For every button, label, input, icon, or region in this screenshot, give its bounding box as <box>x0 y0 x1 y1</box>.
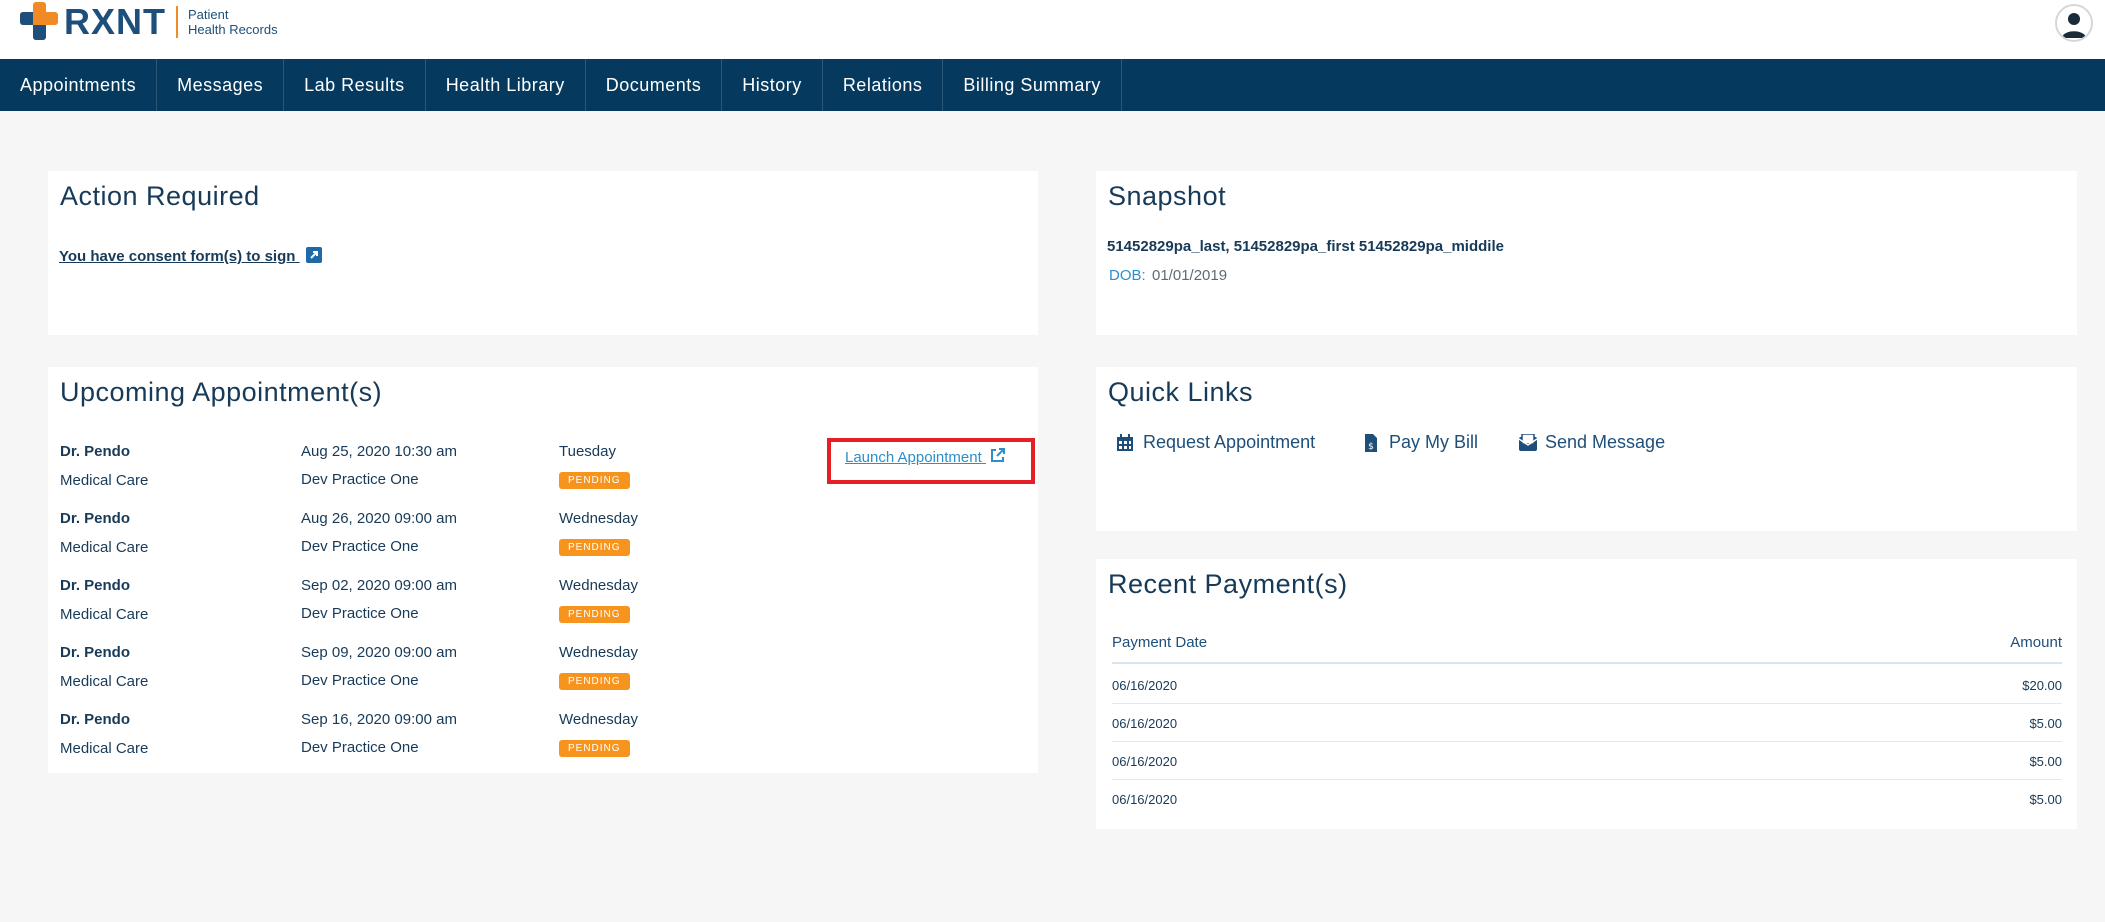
pay-my-bill-label: Pay My Bill <box>1389 432 1479 452</box>
appointment-type: Medical Care <box>60 606 149 623</box>
pay-my-bill-link[interactable]: $ Pay My Bill <box>1362 432 1478 453</box>
appointment-weekday: Wednesday <box>559 711 638 728</box>
action-required-card: Action Required You have consent form(s)… <box>48 171 1038 335</box>
top-bar: RXNT Patient Health Records <box>0 0 2105 59</box>
appointment-type: Medical Care <box>60 472 149 489</box>
recent-payments-card: Recent Payment(s) Payment Date Amount 06… <box>1096 559 2077 829</box>
appointment-practice: Dev Practice One <box>301 605 419 622</box>
appointment-doctor: Dr. Pendo <box>60 711 131 728</box>
calendar-icon <box>1116 433 1134 452</box>
appointment-doctor: Dr. Pendo <box>60 577 131 594</box>
send-message-link[interactable]: Send Message <box>1518 432 1665 453</box>
appointment-row: Dr. Pendo Medical Care Sep 16, 2020 09:0… <box>48 711 1038 778</box>
table-row: 06/16/2020 $5.00 <box>1112 780 2062 818</box>
external-link-icon <box>305 247 322 263</box>
action-required-title: Action Required <box>60 181 260 211</box>
amount-header: Amount <box>2010 634 2062 651</box>
status-badge: PENDING <box>559 606 630 623</box>
payment-amount: $5.00 <box>2029 716 2062 731</box>
appointment-datetime: Aug 25, 2020 10:30 am <box>301 443 457 460</box>
send-message-label: Send Message <box>1545 432 1666 452</box>
table-row: 06/16/2020 $5.00 <box>1112 704 2062 742</box>
bill-icon: $ <box>1362 433 1380 452</box>
brand-subtitle-line1: Patient <box>188 7 229 22</box>
consent-forms-link-label: You have consent form(s) to sign <box>59 248 296 265</box>
brand-subtitle: Patient Health Records <box>188 7 278 37</box>
status-badge: PENDING <box>559 472 630 489</box>
recent-payments-title: Recent Payment(s) <box>1108 569 1348 599</box>
appointment-datetime: Sep 02, 2020 09:00 am <box>301 577 457 594</box>
quick-links-title: Quick Links <box>1108 377 1254 407</box>
snapshot-title: Snapshot <box>1108 181 1227 211</box>
main-nav: Appointments Messages Lab Results Health… <box>0 59 2105 111</box>
nav-billing-summary[interactable]: Billing Summary <box>943 59 1122 111</box>
nav-messages[interactable]: Messages <box>157 59 285 111</box>
nav-history[interactable]: History <box>722 59 823 111</box>
request-appointment-label: Request Appointment <box>1143 432 1316 452</box>
rxnt-logo[interactable]: RXNT Patient Health Records <box>20 1 278 42</box>
logo-divider <box>176 6 178 38</box>
appointment-datetime: Sep 16, 2020 09:00 am <box>301 711 457 728</box>
patient-name: 51452829pa_last, 51452829pa_first 514528… <box>1107 238 1504 255</box>
appointment-weekday: Wednesday <box>559 644 638 661</box>
payment-amount: $20.00 <box>2022 678 2062 693</box>
payments-table-header: Payment Date Amount <box>1112 634 2062 664</box>
brand-name: RXNT <box>64 1 166 42</box>
appointment-doctor: Dr. Pendo <box>60 443 131 460</box>
nav-relations[interactable]: Relations <box>823 59 944 111</box>
appointment-type: Medical Care <box>60 740 149 757</box>
nav-documents[interactable]: Documents <box>586 59 723 111</box>
consent-forms-link[interactable]: You have consent form(s) to sign <box>59 247 322 265</box>
user-avatar-icon[interactable] <box>2055 4 2093 42</box>
appointment-practice: Dev Practice One <box>301 471 419 488</box>
envelope-icon <box>1518 432 1538 452</box>
appointment-datetime: Aug 26, 2020 09:00 am <box>301 510 457 527</box>
table-row: 06/16/2020 $20.00 <box>1112 666 2062 704</box>
appointment-type: Medical Care <box>60 673 149 690</box>
payment-date-header: Payment Date <box>1112 634 1208 651</box>
payment-date: 06/16/2020 <box>1112 678 1178 693</box>
status-badge: PENDING <box>559 673 630 690</box>
payment-date: 06/16/2020 <box>1112 792 1178 807</box>
payment-amount: $5.00 <box>2029 754 2062 769</box>
appointment-row: Dr. Pendo Medical Care Sep 09, 2020 09:0… <box>48 644 1038 711</box>
appointment-datetime: Sep 09, 2020 09:00 am <box>301 644 457 661</box>
launch-appointment-link[interactable]: Launch Appointment <box>845 447 1006 466</box>
external-link-icon <box>990 448 1005 462</box>
appointment-doctor: Dr. Pendo <box>60 644 131 661</box>
appointment-practice: Dev Practice One <box>301 538 419 555</box>
nav-appointments[interactable]: Appointments <box>0 59 158 111</box>
nav-lab-results[interactable]: Lab Results <box>284 59 426 111</box>
brand-subtitle-line2: Health Records <box>188 22 278 37</box>
quick-links-card: Quick Links Request Appointment $ Pay My… <box>1096 367 2077 531</box>
payment-date: 06/16/2020 <box>1112 754 1178 769</box>
rxnt-cross-icon <box>20 2 60 42</box>
payment-date: 06/16/2020 <box>1112 716 1178 731</box>
dob-label: DOB: <box>1109 267 1146 284</box>
request-appointment-link[interactable]: Request Appointment <box>1116 432 1315 453</box>
appointment-row: Dr. Pendo Medical Care Aug 26, 2020 09:0… <box>48 510 1038 577</box>
upcoming-appointments-title: Upcoming Appointment(s) <box>60 377 383 407</box>
dob-value: 01/01/2019 <box>1152 267 1228 284</box>
status-badge: PENDING <box>559 539 630 556</box>
appointment-row: Dr. Pendo Medical Care Sep 02, 2020 09:0… <box>48 577 1038 644</box>
launch-appointment-label: Launch Appointment <box>845 449 982 466</box>
appointment-weekday: Wednesday <box>559 577 638 594</box>
status-badge: PENDING <box>559 740 630 757</box>
svg-text:$: $ <box>1368 442 1374 452</box>
appointment-practice: Dev Practice One <box>301 672 419 689</box>
upcoming-appointments-card: Upcoming Appointment(s) Dr. Pendo Medica… <box>48 367 1038 773</box>
appointment-weekday: Tuesday <box>559 443 616 460</box>
table-row: 06/16/2020 $5.00 <box>1112 742 2062 780</box>
payment-amount: $5.00 <box>2029 792 2062 807</box>
appointment-practice: Dev Practice One <box>301 739 419 756</box>
appointment-weekday: Wednesday <box>559 510 638 527</box>
nav-health-library[interactable]: Health Library <box>426 59 586 111</box>
appointment-type: Medical Care <box>60 539 149 556</box>
appointment-doctor: Dr. Pendo <box>60 510 131 527</box>
snapshot-card: Snapshot 51452829pa_last, 51452829pa_fir… <box>1096 171 2077 335</box>
